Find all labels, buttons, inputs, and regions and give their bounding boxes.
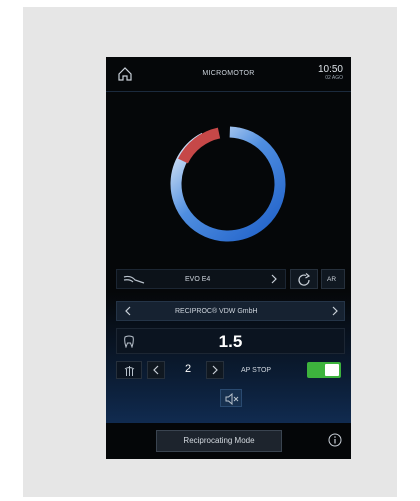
mute-icon xyxy=(225,393,239,405)
file-system-name: RECIPROC® VDW GmbH xyxy=(175,308,258,315)
bottom-bar: Reciprocating Mode xyxy=(106,423,351,459)
toggle-knob xyxy=(325,364,339,376)
rotation-button[interactable] xyxy=(290,269,318,289)
ap-stop-toggle[interactable] xyxy=(307,362,341,378)
handpiece-icon xyxy=(123,275,145,284)
ar-button[interactable]: AR xyxy=(321,269,345,289)
apex-icon xyxy=(124,366,135,376)
file-size-row: 1.5 xyxy=(116,328,345,354)
clock: 10:50 02 AGO xyxy=(318,64,343,82)
gauge-warning-arc xyxy=(178,127,221,164)
home-icon[interactable] xyxy=(116,65,134,83)
info-icon[interactable] xyxy=(328,433,342,447)
rotate-icon xyxy=(298,273,311,286)
screen-title: MICROMOTOR xyxy=(202,70,255,77)
chevron-left-icon[interactable] xyxy=(121,303,135,319)
ap-stop-label: AP STOP xyxy=(241,367,272,374)
apex-value: 2 xyxy=(185,363,192,375)
clock-time: 10:50 xyxy=(317,64,343,75)
ar-label: AR xyxy=(327,276,337,283)
chevron-right-icon[interactable] xyxy=(328,303,342,319)
top-bar: MICROMOTOR 10:50 02 AGO xyxy=(106,57,351,92)
apex-increase-button[interactable] xyxy=(206,361,224,379)
apex-button[interactable] xyxy=(116,361,142,379)
handpiece-selector[interactable]: EVO E4 xyxy=(116,269,286,289)
file-size-value: 1.5 xyxy=(218,332,243,351)
chevron-right-icon xyxy=(212,365,218,375)
file-system-selector[interactable]: RECIPROC® VDW GmbH xyxy=(116,301,345,321)
handpiece-name: EVO E4 xyxy=(185,276,211,283)
sound-button[interactable] xyxy=(220,389,242,407)
device-screen: MICROMOTOR 10:50 02 AGO EVO E4 AR RECIPR… xyxy=(106,57,351,459)
chevron-right-icon[interactable] xyxy=(267,271,281,287)
speed-gauge xyxy=(170,126,286,242)
chevron-left-icon xyxy=(153,365,159,375)
reciprocating-mode-button[interactable]: Reciprocating Mode xyxy=(156,430,282,452)
apex-decrease-button[interactable] xyxy=(147,361,165,379)
clock-date: 02 AGO xyxy=(325,75,343,81)
